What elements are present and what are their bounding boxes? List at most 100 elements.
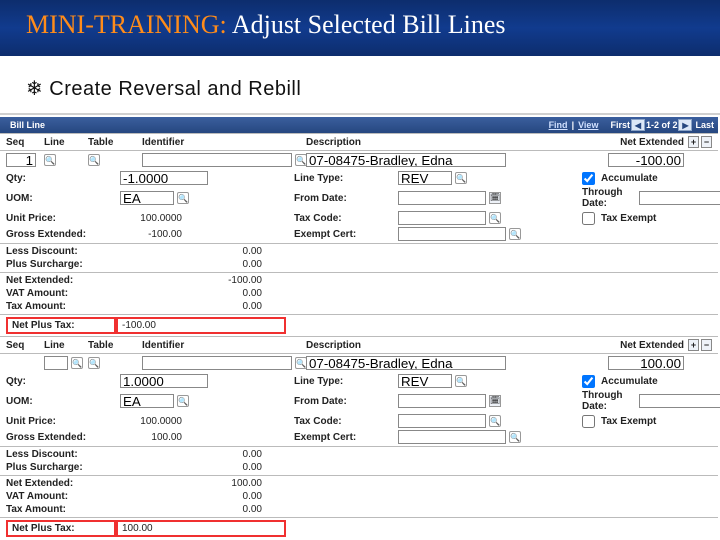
exempt-cert-input-2[interactable]	[398, 430, 506, 444]
net-extended-input-2[interactable]	[608, 356, 684, 370]
tabbar-title: Bill Line	[10, 120, 545, 130]
vat-amount-value: 0.00	[116, 288, 286, 299]
line-input[interactable]	[44, 356, 68, 370]
col-seq-2: Seq	[6, 340, 40, 351]
first-label: First	[610, 120, 630, 130]
exempt-cert-lookup-icon-2[interactable]	[509, 431, 521, 443]
bill-line-2-row	[0, 354, 718, 372]
col-net-extended: Net Extended	[530, 137, 684, 148]
line-lookup-icon-2[interactable]	[71, 357, 83, 369]
identifier-input-2[interactable]	[142, 356, 292, 370]
page-title: MINI-TRAINING: Adjust Selected Bill Line…	[26, 10, 694, 40]
gross-extended-value-2: 100.00	[120, 432, 186, 443]
view-link[interactable]: View	[578, 120, 598, 130]
bill-line-2-detail: Qty: Line Type: Accumulate UOM: From Dat…	[0, 372, 718, 446]
seq-input[interactable]	[6, 153, 36, 167]
less-discount-value: 0.00	[116, 246, 286, 257]
col-line: Line	[44, 137, 84, 148]
accumulate-checkbox-2[interactable]	[582, 375, 595, 388]
net-plus-tax-value: -100.00	[122, 320, 180, 331]
tax-amount-label: Tax Amount:	[6, 301, 116, 312]
bill-line-tabbar: Bill Line Find | View First ◀ 1-2 of 2 ▶…	[0, 117, 718, 133]
tax-code-lookup-icon-2[interactable]	[489, 415, 501, 427]
line-type-lookup-icon[interactable]	[455, 172, 467, 184]
uom-lookup-icon-2[interactable]	[177, 395, 189, 407]
net-plus-tax-value-2: 100.00	[122, 523, 177, 534]
prev-row-button[interactable]: ◀	[631, 119, 645, 131]
find-link[interactable]: Find	[549, 120, 568, 130]
col-description-2: Description	[306, 340, 526, 351]
exempt-cert-label: Exempt Cert:	[294, 229, 394, 240]
add-row-button[interactable]: +	[688, 136, 699, 148]
snowflake-icon: ❄	[26, 78, 43, 100]
line-type-input-2[interactable]	[398, 374, 452, 388]
line-type-input[interactable]	[398, 171, 452, 185]
col-net-extended-2: Net Extended	[530, 340, 684, 351]
vat-amount-label: VAT Amount:	[6, 288, 116, 299]
net-plus-tax-label: Net Plus Tax:	[12, 320, 75, 331]
net-extended-label: Net Extended:	[6, 275, 116, 286]
bill-line-1-subtotals: Less Discount: 0.00 Plus Surcharge: 0.00	[0, 243, 718, 272]
identifier-input[interactable]	[142, 153, 292, 167]
bill-line-2-subtotals: Less Discount: 0.00 Plus Surcharge: 0.00	[0, 446, 718, 475]
plus-surcharge-label: Plus Surcharge:	[6, 259, 116, 270]
bill-line-1-totals: Net Extended: -100.00 VAT Amount: 0.00 T…	[0, 272, 718, 314]
less-discount-value-2: 0.00	[116, 449, 286, 460]
description-input[interactable]	[306, 153, 506, 167]
line-lookup-icon[interactable]	[44, 154, 56, 166]
line-type-lookup-icon-2[interactable]	[455, 375, 467, 387]
title-rest: Adjust Selected Bill Lines	[227, 10, 506, 39]
delete-row-button-2[interactable]: −	[701, 339, 712, 351]
title-banner: MINI-TRAINING: Adjust Selected Bill Line…	[0, 0, 720, 56]
grid-header-row-2: Seq Line Table Identifier Description Ne…	[0, 336, 718, 354]
col-table-2: Table	[88, 340, 138, 351]
next-row-button[interactable]: ▶	[678, 119, 692, 131]
from-date-input[interactable]	[398, 191, 486, 205]
table-lookup-icon[interactable]	[88, 154, 100, 166]
gross-extended-value: -100.00	[120, 229, 186, 240]
unit-price-label: Unit Price:	[6, 213, 116, 224]
accumulate-checkbox[interactable]	[582, 172, 595, 185]
tax-exempt-checkbox-2[interactable]	[582, 415, 595, 428]
from-date-calendar-icon[interactable]	[489, 192, 501, 204]
net-extended-total-2: 100.00	[116, 478, 286, 489]
table-lookup-icon-2[interactable]	[88, 357, 100, 369]
from-date-input-2[interactable]	[398, 394, 486, 408]
through-date-input-2[interactable]	[639, 394, 720, 408]
col-description: Description	[306, 137, 526, 148]
vat-amount-value-2: 0.00	[116, 491, 286, 502]
add-row-button-2[interactable]: +	[688, 339, 699, 351]
col-identifier-2: Identifier	[142, 340, 302, 351]
through-date-input[interactable]	[639, 191, 720, 205]
net-extended-total: -100.00	[116, 275, 286, 286]
delete-row-button[interactable]: −	[701, 136, 712, 148]
less-discount-label: Less Discount:	[6, 246, 116, 257]
title-prefix: MINI-TRAINING:	[26, 10, 227, 39]
description-input-2[interactable]	[306, 356, 506, 370]
uom-label: UOM:	[6, 193, 116, 204]
unit-price-value: 100.0000	[120, 213, 186, 224]
exempt-cert-lookup-icon[interactable]	[509, 228, 521, 240]
tax-code-lookup-icon[interactable]	[489, 212, 501, 224]
tax-amount-value: 0.00	[116, 301, 286, 312]
line-type-label: Line Type:	[294, 173, 394, 184]
tax-code-input-2[interactable]	[398, 414, 486, 428]
bill-line-1-net-plus-tax: Net Plus Tax: -100.00	[0, 314, 718, 336]
net-extended-input[interactable]	[608, 153, 684, 167]
qty-input[interactable]	[120, 171, 208, 185]
uom-lookup-icon[interactable]	[177, 192, 189, 204]
qty-label: Qty:	[6, 173, 116, 184]
through-date-label: Through Date:	[582, 187, 636, 209]
tax-code-input[interactable]	[398, 211, 486, 225]
plus-surcharge-value-2: 0.00	[116, 462, 286, 473]
qty-input-2[interactable]	[120, 374, 208, 388]
exempt-cert-input[interactable]	[398, 227, 506, 241]
from-date-label: From Date:	[294, 193, 394, 204]
uom-input[interactable]	[120, 191, 174, 205]
uom-input-2[interactable]	[120, 394, 174, 408]
gross-extended-label: Gross Extended:	[6, 229, 116, 240]
accumulate-label: Accumulate	[601, 173, 658, 184]
from-date-calendar-icon-2[interactable]	[489, 395, 501, 407]
grid-header-row: Seq Line Table Identifier Description Ne…	[0, 133, 718, 151]
tax-exempt-checkbox[interactable]	[582, 212, 595, 225]
